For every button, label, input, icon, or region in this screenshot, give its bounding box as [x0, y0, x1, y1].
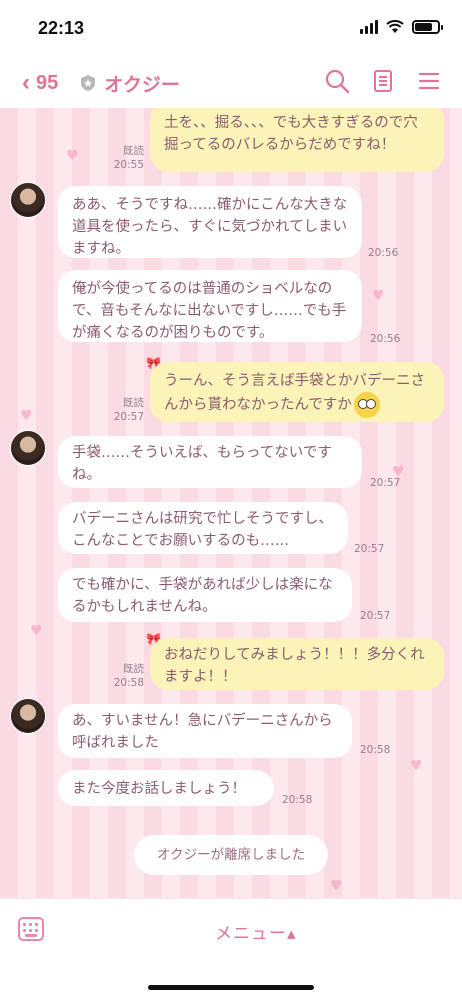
bottom-bar: メニュー▴	[0, 898, 462, 1000]
message-bubble-incoming[interactable]: バデーニさんは研究で忙しそうですし、こんなことでお願いするのも……	[58, 502, 348, 554]
menu-button[interactable]: メニュー▴	[215, 919, 297, 944]
battery-icon	[412, 20, 443, 34]
message-bubble-incoming[interactable]: ああ、そうですね……確かにこんな大きな道具を使ったら、すぐに気づかれてしまいます…	[58, 186, 362, 258]
system-message: オクジーが離席しました	[134, 835, 328, 875]
home-indicator	[148, 985, 314, 990]
heart-decoration-icon: ♥	[330, 878, 343, 894]
status-bar: 22:13	[0, 0, 462, 58]
message-time: 20:57	[370, 477, 401, 489]
page-title: オクジー	[104, 73, 180, 96]
unread-count: 95	[36, 71, 59, 94]
keyboard-icon[interactable]	[18, 917, 44, 941]
message-bubble-outgoing[interactable]: 土を、、掘る、、、でも大きすぎるので穴掘ってるのバレるからだめですね！	[150, 108, 444, 172]
back-button[interactable]: ‹ 95	[22, 69, 58, 97]
heart-decoration-icon: ♥	[20, 408, 33, 424]
status-time: 22:13	[38, 18, 85, 38]
header-actions	[324, 68, 442, 94]
message-bubble-incoming[interactable]: あ、すいません！急にバデーニさんから呼ばれました	[58, 704, 352, 758]
message-time: 20:57	[360, 610, 391, 622]
status-icons	[360, 20, 443, 34]
message-bubble-outgoing[interactable]: うーん、そう言えば手袋とかバデーニさんから貰わなかったんですか	[150, 362, 444, 422]
message-time: 20:58	[282, 794, 313, 806]
message-bubble-outgoing[interactable]: おねだりしてみましょう！！！多分くれますよ！！	[150, 638, 444, 690]
heart-decoration-icon: ♥	[410, 758, 423, 774]
heart-decoration-icon: ♥	[30, 623, 43, 639]
signal-icon	[360, 20, 378, 34]
read-receipt: 既読 20:57	[113, 397, 144, 423]
message-bubble-incoming[interactable]: 俺が今使ってるのは普通のショベルなので、音もそんなに出ないですし……でも手が痛く…	[58, 270, 362, 342]
notes-icon[interactable]	[370, 68, 396, 94]
message-time: 20:57	[354, 543, 385, 555]
avatar[interactable]	[10, 430, 46, 466]
message-time: 20:58	[360, 744, 391, 756]
message-time: 20:56	[368, 247, 399, 259]
message-bubble-incoming[interactable]: でも確かに、手袋があれば少しは楽になるかもしれませんね。	[58, 568, 352, 622]
chat-header: ‹ 95 オクジー	[0, 58, 462, 108]
message-time: 20:56	[370, 333, 401, 345]
shield-icon	[81, 75, 96, 91]
pleading-face-emoji-icon	[353, 392, 380, 418]
search-icon[interactable]	[324, 68, 350, 94]
chevron-left-icon: ‹	[22, 69, 30, 96]
read-receipt: 既読 20:55	[113, 145, 144, 171]
wifi-icon	[386, 20, 404, 33]
chat-area[interactable]: ♥ ♥ ♥ ♥ ♥ ♥ ♥ 土を、、掘る、、、でも大きすぎるので穴掘ってるのバレ…	[0, 108, 462, 898]
read-receipt: 既読 20:58	[113, 663, 144, 689]
heart-decoration-icon: ♥	[66, 148, 79, 164]
message-bubble-incoming[interactable]: 手袋……そういえば、もらってないですね。	[58, 436, 362, 488]
menu-icon[interactable]	[416, 68, 442, 94]
heart-decoration-icon: ♥	[372, 288, 385, 304]
avatar[interactable]	[10, 698, 46, 734]
avatar[interactable]	[10, 182, 46, 218]
message-bubble-incoming[interactable]: また今度お話しましょう！	[58, 770, 274, 806]
message-text: うーん、そう言えば手袋とかバデーニさんから貰わなかったんですか	[164, 373, 425, 413]
